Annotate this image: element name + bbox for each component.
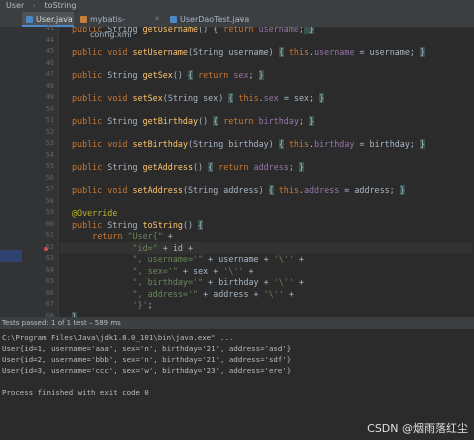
- line-number: 45: [45, 47, 54, 55]
- console-line: C:\Program Files\Java\jdk1.8.0_101\bin\j…: [2, 333, 234, 342]
- breadcrumb: User › toString: [0, 0, 474, 12]
- line-number: 55: [45, 162, 54, 170]
- line-number: 58: [45, 196, 54, 205]
- tests-passed-status: Tests passed: 1 of 1 test – 589 ms: [2, 319, 121, 327]
- editor-tab-bar: User.java ✕ mybatis-config.xml ✕ UserDao…: [0, 12, 474, 39]
- code-line: '}';: [132, 300, 153, 310]
- code-editor[interactable]: public String getUsername() { return use…: [60, 27, 474, 317]
- close-icon[interactable]: ✕: [154, 12, 160, 27]
- close-icon[interactable]: ✕: [64, 12, 70, 27]
- line-number: 66: [45, 288, 54, 297]
- line-number: 52: [45, 127, 54, 136]
- console-line: User{id=2, username='bbb', sex='n', birt…: [2, 355, 292, 364]
- code-line: ", birthday='" + birthday + '\'' +: [132, 277, 304, 287]
- console-line: Process finished with exit code 0: [2, 388, 149, 397]
- java-class-icon: [26, 16, 33, 23]
- line-number: 62: [45, 242, 54, 251]
- line-number: 67: [45, 300, 54, 308]
- java-class-icon: [170, 16, 177, 23]
- tab-userdaotest[interactable]: UserDaoTest.java ✕: [166, 12, 249, 27]
- code-line: @Override: [72, 208, 118, 218]
- line-number: 57: [45, 185, 54, 193]
- code-line: public void setAddress(String address) {…: [72, 185, 405, 195]
- line-number: 44: [45, 35, 54, 44]
- line-number: 60: [45, 219, 54, 228]
- line-number: 51: [45, 116, 54, 124]
- code-line: ", address='" + address + '\'' +: [132, 288, 294, 299]
- line-number: 48: [45, 81, 54, 90]
- line-number: 53: [45, 139, 54, 147]
- line-number: 43: [45, 24, 54, 32]
- line-number: 64: [45, 265, 54, 274]
- code-line: public void setUsername(String username)…: [72, 47, 426, 57]
- code-line: return "User{" +: [72, 231, 173, 241]
- run-status-bar: Tests passed: 1 of 1 test – 589 ms: [0, 317, 474, 329]
- line-number: 56: [45, 173, 54, 182]
- code-line: "id=" + id +: [60, 241, 472, 254]
- code-line: public String getAddress() { return addr…: [72, 162, 304, 172]
- line-number: 54: [45, 150, 54, 159]
- code-line: public String toString() {: [72, 219, 204, 230]
- project-tool-highlight[interactable]: [0, 250, 22, 262]
- code-line: public String getSex() { return sex; }: [72, 70, 264, 80]
- code-line: public void setSex(String sex) { this.se…: [72, 93, 325, 103]
- line-number: 47: [45, 70, 54, 78]
- code-line: ", sex='" + sex + '\'' +: [132, 265, 254, 276]
- console-line: User{id=1, username='aaa', sex='n', birt…: [2, 344, 292, 353]
- breadcrumb-class[interactable]: User: [6, 1, 24, 10]
- line-number-gutter: 43 44 45 46 47 48 49 50 51 52 53 54 55 56 57 58 59 60 61 62…: [22, 24, 59, 343]
- line-number: 49: [45, 93, 54, 101]
- console-line: User{id=3, username='ccc', sex='w', birt…: [2, 366, 292, 375]
- line-number: 46: [45, 58, 54, 67]
- code-line: ", username='" + username + '\'' +: [132, 254, 304, 264]
- line-number: 65: [45, 277, 54, 285]
- line-number: 61: [45, 231, 54, 239]
- close-icon[interactable]: ✕: [238, 12, 244, 27]
- line-number: 50: [45, 104, 54, 113]
- override-marker-icon[interactable]: [44, 246, 48, 251]
- breadcrumb-method[interactable]: toString: [45, 1, 77, 10]
- code-line: public void setBirthday(String birthday)…: [72, 139, 426, 149]
- watermark: CSDN @烟雨落红尘: [367, 422, 468, 435]
- code-line: public String getBirthday() { return bir…: [72, 116, 315, 126]
- line-number: 63: [45, 254, 54, 262]
- line-number: 59: [45, 208, 54, 216]
- xml-file-icon: [80, 16, 87, 23]
- tab-mybatis-config[interactable]: mybatis-config.xml ✕: [76, 12, 164, 39]
- tool-window-strip: [0, 27, 22, 317]
